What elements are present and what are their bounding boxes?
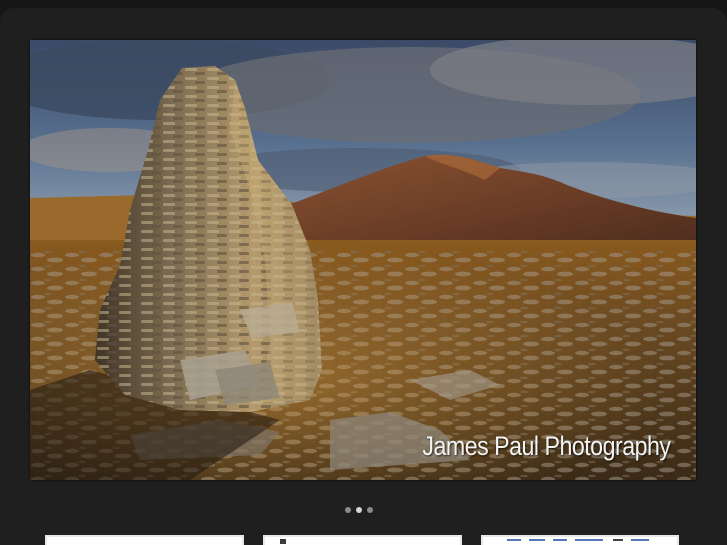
thumbnail-preview [49,539,240,545]
thumbnail-nav-link [507,539,521,541]
slide-dot-1[interactable] [345,507,351,513]
hero-slide-image[interactable]: James Paul Photography [30,40,696,480]
portfolio-thumbnail-1[interactable] [45,535,244,545]
thumbnail-nav-link [529,539,545,541]
slide-pagination [345,507,373,513]
portfolio-thumbnail-3[interactable] [481,535,679,545]
landscape-photo [30,40,696,480]
thumbnail-logo-icon [613,539,623,541]
page: James Paul Photography [0,0,727,545]
thumbnail-preview [267,539,458,545]
thumbnail-logo-icon [280,539,286,544]
slide-dot-2[interactable] [356,507,362,513]
thumbnail-nav-link [553,539,567,541]
hero-caption: James Paul Photography [421,431,671,461]
slide-dot-3[interactable] [367,507,373,513]
thumbnail-nav-link [631,539,649,541]
thumbnail-nav-link [575,539,603,541]
portfolio-thumbnail-2[interactable] [263,535,462,545]
